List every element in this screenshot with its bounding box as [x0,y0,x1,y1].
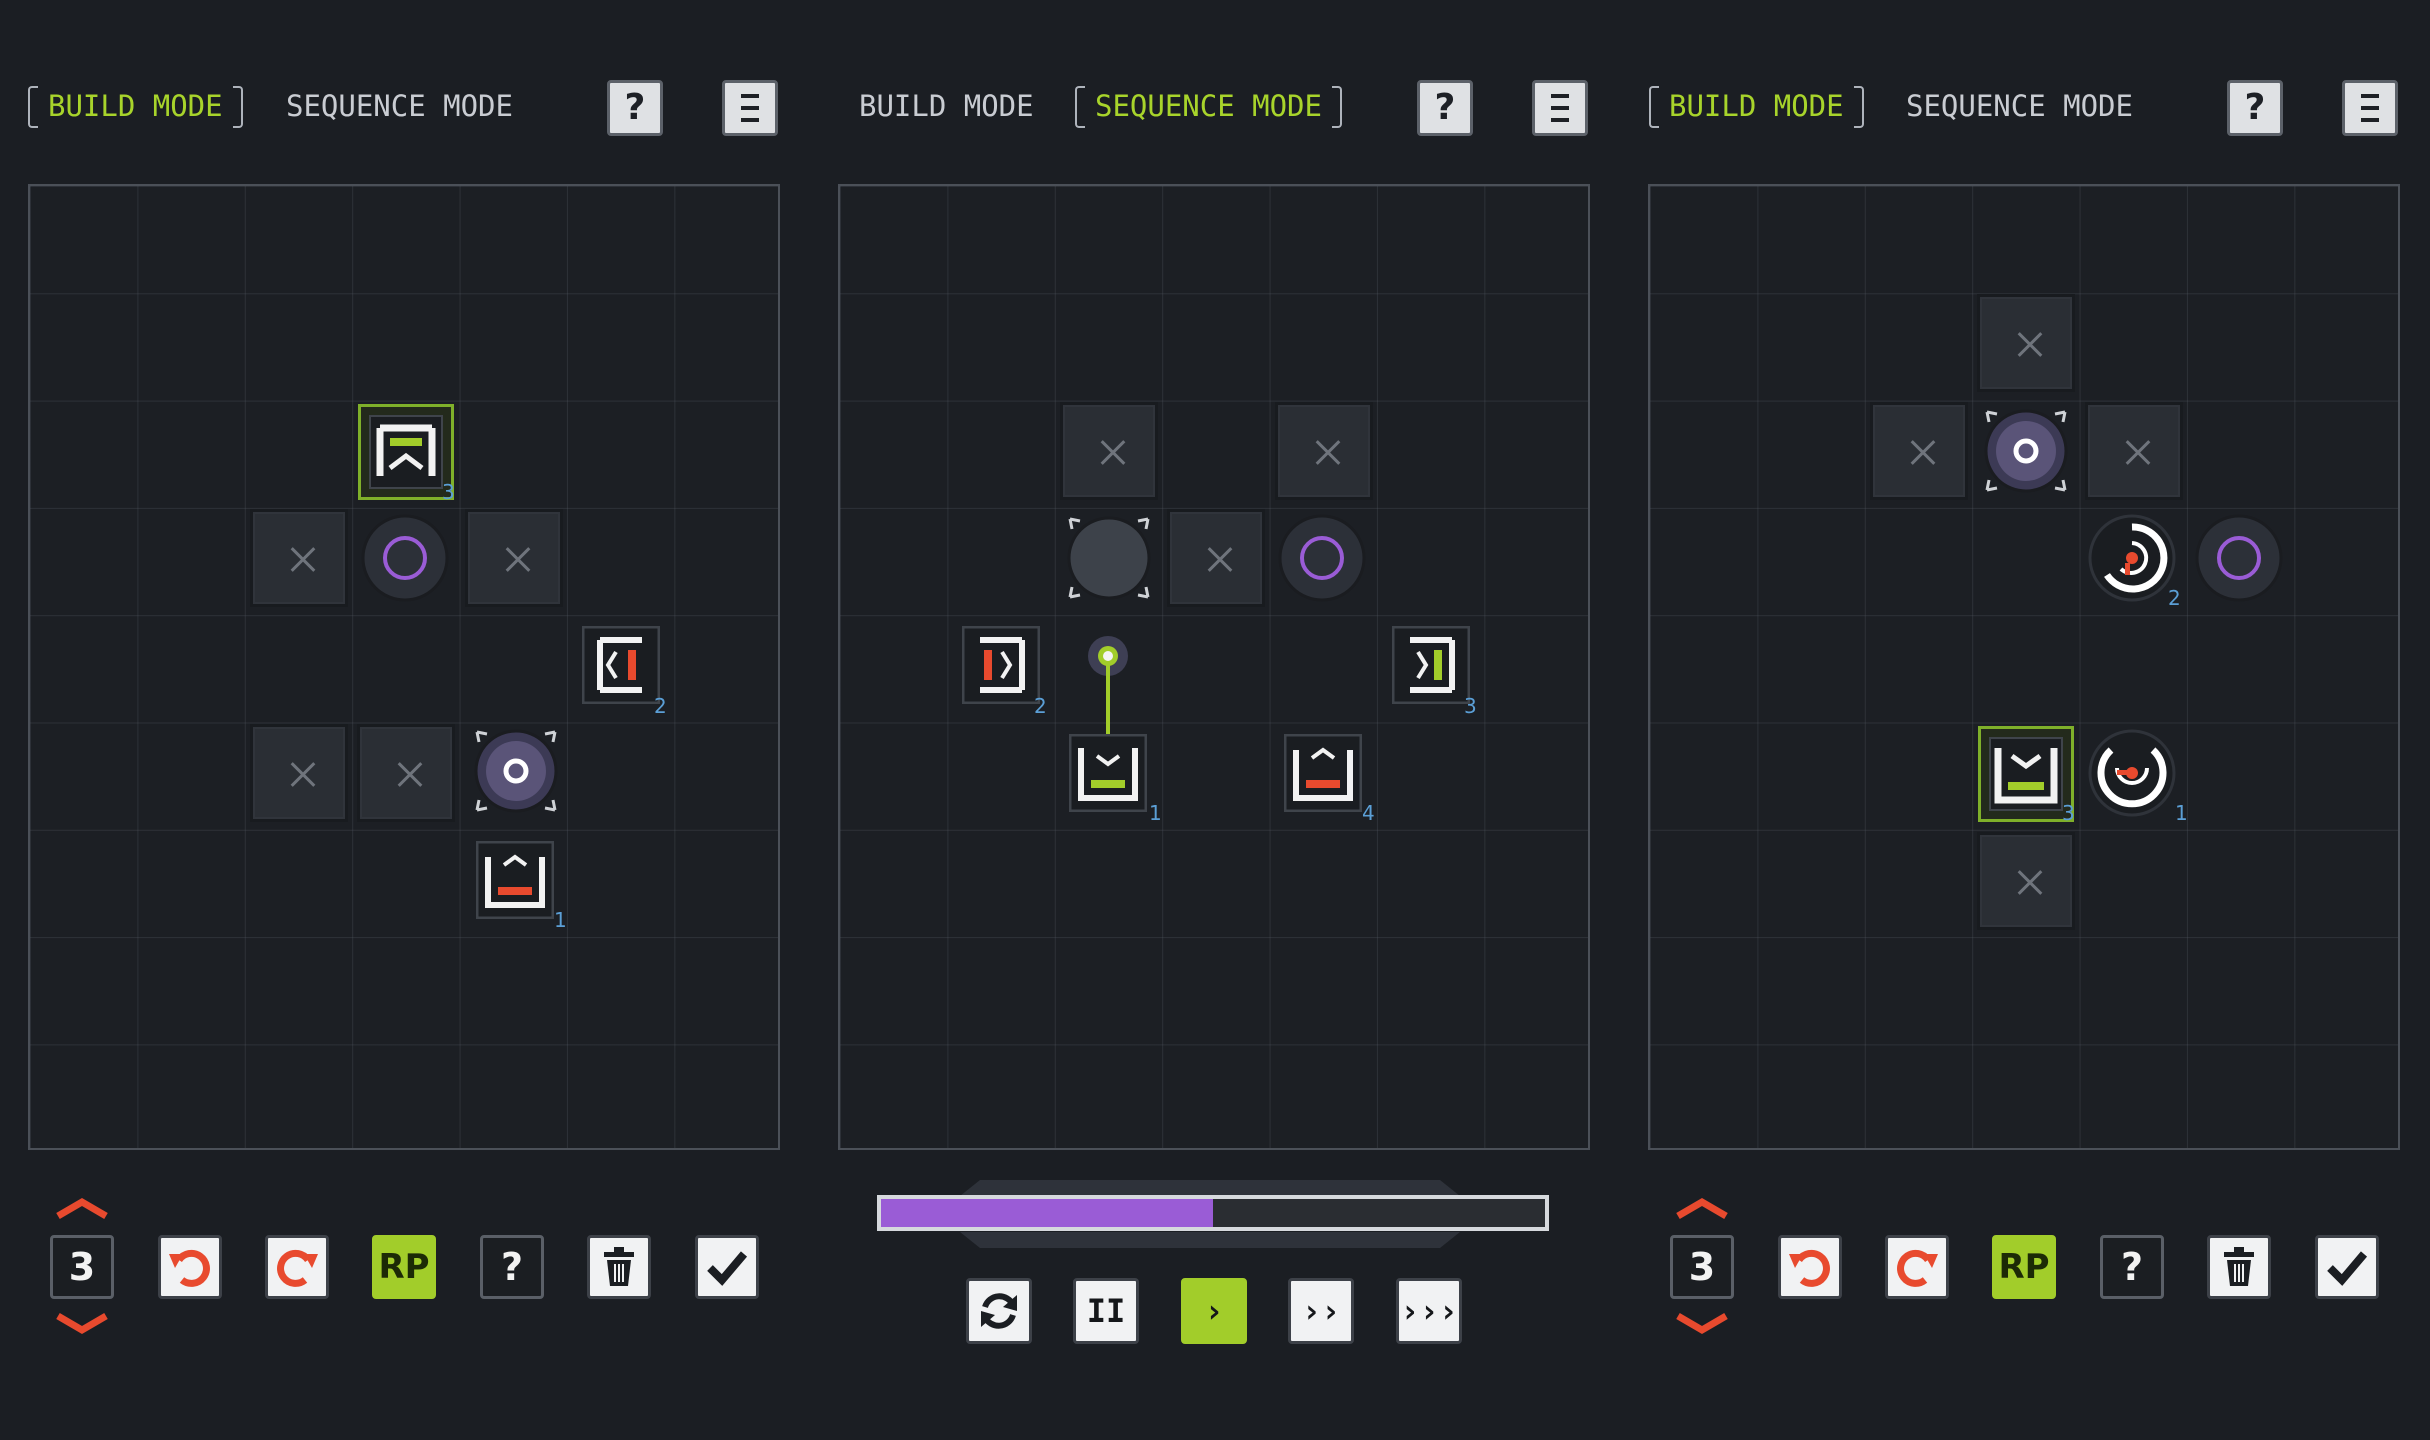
chevron-down-icon[interactable] [54,1312,110,1336]
selected-green-tray-piece[interactable] [1978,726,2074,822]
piece-number: 2 [1034,694,1047,718]
inactive-emitter-piece[interactable] [1062,511,1156,605]
red-tray-piece[interactable] [476,841,554,919]
menu-icon [1551,94,1569,122]
blocked-tile [1275,402,1373,500]
purple-ring-piece[interactable] [360,513,450,603]
piece-number: 3 [1464,694,1477,718]
sequence-progress-bar [877,1195,1549,1231]
menu-icon [741,94,759,122]
rp-button[interactable]: RP [1992,1235,2056,1299]
purple-ring-piece[interactable] [1277,513,1367,603]
piece-number: 3 [2062,801,2075,825]
help-button[interactable]: ? [607,80,663,136]
undo-button[interactable] [1778,1235,1842,1299]
redo-icon [1897,1249,1938,1287]
trash-icon [2224,1247,2254,1286]
help-button-toolbar[interactable]: ? [480,1235,544,1299]
fastest-forward-button[interactable]: ››› [1396,1278,1462,1344]
piece-number: 1 [554,908,567,932]
piece-count-display: 3 [1670,1235,1734,1299]
tab-sequence-mode[interactable]: SEQUENCE MODE [1886,84,2153,128]
piece-number: 2 [654,694,667,718]
help-button[interactable]: ? [1417,80,1473,136]
delete-button[interactable] [587,1235,651,1299]
progress-frame [960,1232,1460,1248]
rotator-piece[interactable] [2087,728,2177,818]
blocked-tile [465,509,563,607]
reset-icon [981,1293,1017,1329]
tab-build-mode[interactable]: BUILD MODE [1649,84,1864,128]
blocked-tile [357,724,455,822]
build-grid[interactable]: 2 3 1 [1648,184,2400,1150]
chevron-up-icon[interactable] [54,1196,110,1220]
purple-ring-piece[interactable] [2194,513,2284,603]
tab-build-mode[interactable]: BUILD MODE [839,84,1054,128]
menu-button[interactable] [1532,80,1588,136]
step-button[interactable]: › [1181,1278,1247,1344]
rp-button[interactable]: RP [372,1235,436,1299]
undo-button[interactable] [158,1235,222,1299]
progress-frame [960,1180,1460,1196]
check-icon [707,1251,748,1286]
reset-button[interactable] [966,1278,1032,1344]
redo-button[interactable] [265,1235,329,1299]
emitter-piece[interactable] [469,724,563,818]
emitter-piece[interactable] [1979,404,2073,498]
selected-bracket-piece[interactable] [358,404,454,500]
redo-button[interactable] [1885,1235,1949,1299]
blocked-tile [1167,509,1265,607]
red-bracket-piece[interactable] [962,626,1040,704]
green-tray-piece[interactable] [1069,734,1147,812]
piece-count-display: 3 [50,1235,114,1299]
undo-icon [169,1249,210,1287]
menu-button[interactable] [722,80,778,136]
blocked-tile [1977,294,2075,392]
blocked-tile [250,509,348,607]
undo-icon [1789,1249,1830,1287]
piece-number: 4 [1362,801,1375,825]
rotator-piece[interactable] [2087,513,2177,603]
piece-number: 1 [1149,801,1162,825]
piece-number: 1 [2175,801,2188,825]
menu-icon [2361,94,2379,122]
help-button[interactable]: ? [2227,80,2283,136]
confirm-button[interactable] [695,1235,759,1299]
redo-icon [277,1249,318,1287]
panel-build-left: BUILD MODE SEQUENCE MODE ? 3 2 1 3 RP ? [0,0,786,1440]
confirm-button[interactable] [2315,1235,2379,1299]
help-button-toolbar[interactable]: ? [2100,1235,2164,1299]
red-tray-piece[interactable] [1284,734,1362,812]
chevron-down-icon[interactable] [1674,1312,1730,1336]
sequence-progress-fill [881,1199,1213,1227]
pause-button[interactable]: II [1073,1278,1139,1344]
tab-build-mode[interactable]: BUILD MODE [28,84,243,128]
build-grid[interactable]: 3 2 1 [28,184,780,1150]
check-icon [2327,1251,2368,1286]
fast-forward-button[interactable]: ›› [1288,1278,1354,1344]
tab-sequence-mode[interactable]: SEQUENCE MODE [266,84,533,128]
blocked-tile [1870,402,1968,500]
blocked-tile [1977,832,2075,930]
tab-sequence-mode[interactable]: SEQUENCE MODE [1075,84,1342,128]
menu-button[interactable] [2342,80,2398,136]
trash-icon [604,1247,634,1286]
blocked-tile [250,724,348,822]
sequence-grid[interactable]: 2 1 3 4 [838,184,1590,1150]
chevron-up-icon[interactable] [1674,1196,1730,1220]
panel-build-right: BUILD MODE SEQUENCE MODE ? 2 3 1 3 RP ? [1620,0,2406,1440]
piece-number: 3 [442,480,455,504]
red-bracket-piece[interactable] [582,626,660,704]
delete-button[interactable] [2207,1235,2271,1299]
blocked-tile [1060,402,1158,500]
green-bracket-piece[interactable] [1392,626,1470,704]
panel-sequence: BUILD MODE SEQUENCE MODE ? 2 1 3 4 II › … [810,0,1596,1440]
piece-number: 2 [2168,586,2181,610]
blocked-tile [2085,402,2183,500]
